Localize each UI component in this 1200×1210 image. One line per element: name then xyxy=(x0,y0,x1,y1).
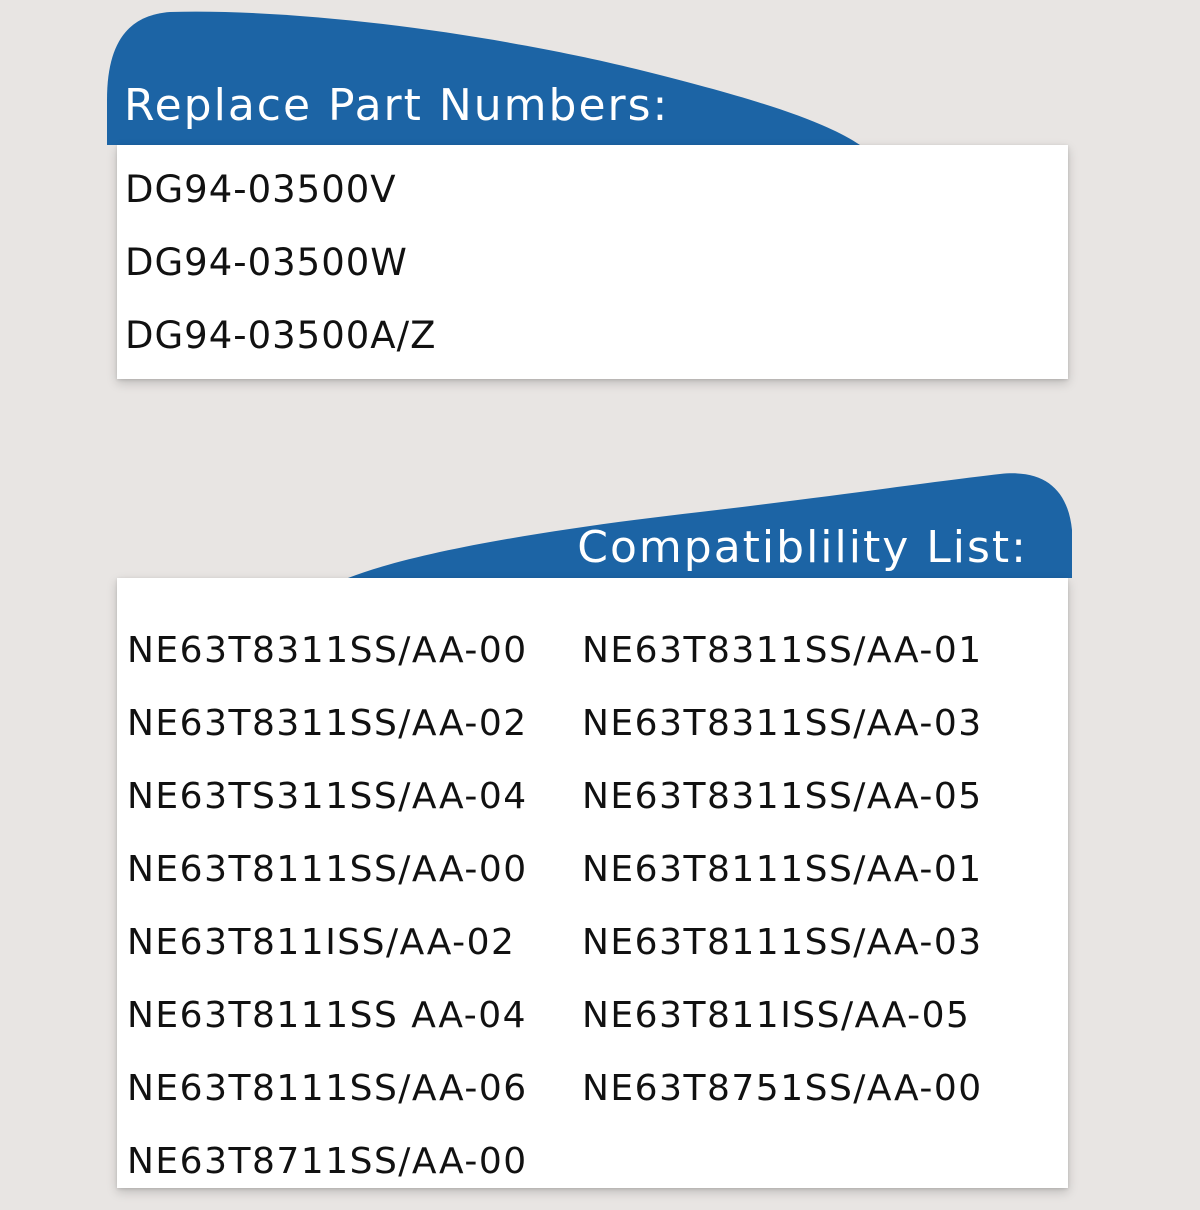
replace-part-list: DG94-03500V DG94-03500W DG94-03500A/Z xyxy=(125,165,436,384)
model-number-item: NE63T8311SS/AA-00 xyxy=(127,630,528,671)
model-number-item: NE63T811ISS/AA-05 xyxy=(582,995,971,1036)
model-number-item: NE63T8111SS/AA-03 xyxy=(582,922,983,963)
model-number-item: NE63T8711SS/AA-00 xyxy=(127,1141,528,1182)
model-number-item: NE63T8311SS/AA-05 xyxy=(582,776,983,817)
model-number-item: NE63T8311SS/AA-01 xyxy=(582,630,983,671)
model-number-item: NE63T8111SS/AA-01 xyxy=(582,849,983,890)
model-number-item: NE63T8311SS/AA-03 xyxy=(582,703,983,744)
model-number-item: NE63T8111SS/AA-06 xyxy=(127,1068,528,1109)
replace-part-numbers-panel: DG94-03500V DG94-03500W DG94-03500A/Z xyxy=(117,145,1068,379)
part-number-item: DG94-03500W xyxy=(125,241,408,284)
part-number-item: DG94-03500A/Z xyxy=(125,314,437,357)
compat-section-title: Compatiblility List: xyxy=(577,522,1028,573)
model-number-item: NE63T8751SS/AA-00 xyxy=(582,1068,983,1109)
part-number-item: DG94-03500V xyxy=(125,168,397,211)
model-number-item: NE63T8111SS AA-04 xyxy=(127,995,528,1036)
compatibility-list-panel: NE63T8311SS/AA-00 NE63T8311SS/AA-01 NE63… xyxy=(117,578,1068,1188)
model-number-item: NE63T811ISS/AA-02 xyxy=(127,922,516,963)
compatibility-list: NE63T8311SS/AA-00 NE63T8311SS/AA-01 NE63… xyxy=(127,626,1037,1210)
model-number-item: NE63T8311SS/AA-02 xyxy=(127,703,528,744)
model-number-item: NE63TS311SS/AA-04 xyxy=(127,776,528,817)
replace-section-title: Replace Part Numbers: xyxy=(124,80,670,131)
model-number-item: NE63T8111SS/AA-00 xyxy=(127,849,528,890)
